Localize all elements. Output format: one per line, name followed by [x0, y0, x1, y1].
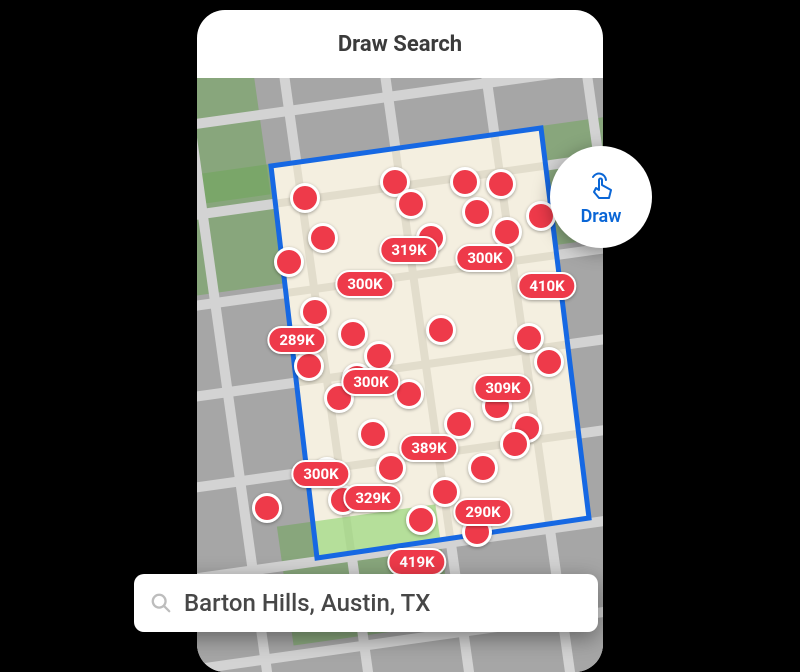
map-pin[interactable] — [290, 183, 320, 213]
map-pin[interactable] — [308, 223, 338, 253]
search-icon — [150, 592, 172, 614]
price-label[interactable]: 289K — [267, 326, 326, 354]
price-label[interactable]: 410K — [517, 272, 576, 300]
map-pin[interactable] — [338, 319, 368, 349]
price-label[interactable]: 329K — [343, 484, 402, 512]
price-label[interactable]: 419K — [387, 548, 446, 576]
map-pin[interactable] — [492, 217, 522, 247]
map-pin[interactable] — [514, 323, 544, 353]
map-pin[interactable] — [426, 315, 456, 345]
map-pin[interactable] — [300, 297, 330, 327]
price-label[interactable]: 300K — [335, 270, 394, 298]
map-pin[interactable] — [534, 347, 564, 377]
price-label[interactable]: 319K — [379, 236, 438, 264]
price-label[interactable]: 389K — [399, 434, 458, 462]
price-label[interactable]: 309K — [473, 374, 532, 402]
price-label[interactable]: 300K — [341, 368, 400, 396]
map-pin[interactable] — [450, 167, 480, 197]
map-pin[interactable] — [486, 169, 516, 199]
map-pin[interactable] — [376, 453, 406, 483]
map-pin[interactable] — [252, 493, 282, 523]
price-label[interactable]: 290K — [453, 498, 512, 526]
draw-button[interactable]: Draw — [550, 146, 652, 248]
map-pin[interactable] — [364, 341, 394, 371]
map-pin[interactable] — [468, 453, 498, 483]
draw-button-label: Draw — [581, 206, 622, 227]
map-pin[interactable] — [274, 247, 304, 277]
map-pin[interactable] — [358, 419, 388, 449]
map-pin[interactable] — [294, 351, 324, 381]
header: Draw Search — [197, 10, 603, 79]
page-title: Draw Search — [338, 32, 462, 57]
map-pin[interactable] — [500, 429, 530, 459]
map-pin[interactable] — [462, 197, 492, 227]
search-query: Barton Hills, Austin, TX — [184, 589, 430, 617]
tap-icon — [584, 168, 618, 202]
map-pin[interactable] — [406, 505, 436, 535]
phone-frame: Draw Search — [197, 10, 603, 672]
price-label[interactable]: 300K — [455, 244, 514, 272]
price-label[interactable]: 300K — [291, 460, 350, 488]
map-pin[interactable] — [396, 189, 426, 219]
search-bar[interactable]: Barton Hills, Austin, TX — [134, 574, 598, 632]
